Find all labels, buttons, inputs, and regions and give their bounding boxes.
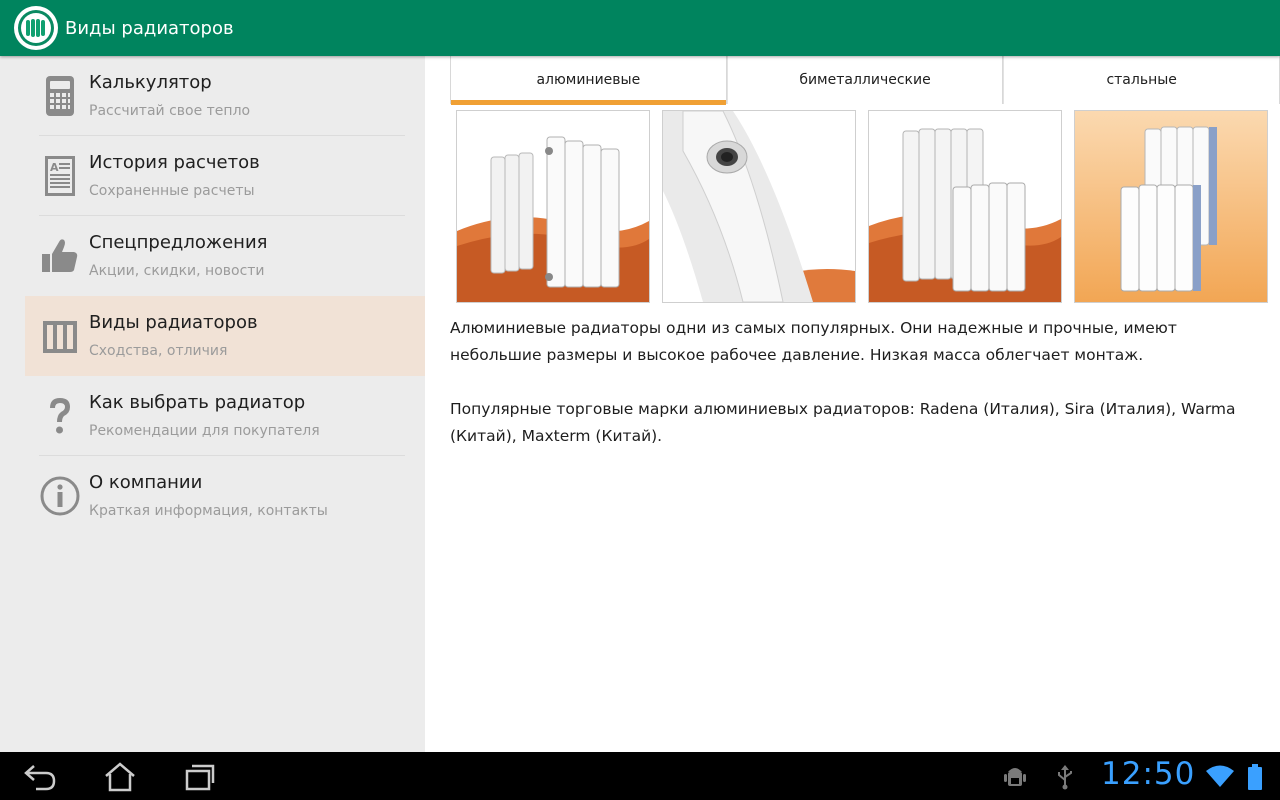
sidebar-item-title: О компании bbox=[89, 472, 203, 493]
clock-time[interactable]: 12:50 bbox=[1101, 756, 1195, 792]
sidebar-item-title: Калькулятор bbox=[89, 72, 212, 93]
sidebar-item-subtitle: Сходства, отличия bbox=[89, 343, 228, 359]
back-button[interactable] bbox=[20, 760, 60, 794]
home-icon bbox=[105, 762, 135, 792]
question-icon bbox=[39, 394, 81, 438]
sidebar-item-subtitle: Рекомендации для покупателя bbox=[89, 423, 320, 439]
tab-bimetallic[interactable]: биметаллические bbox=[726, 56, 1004, 104]
tab-bar: алюминиевые биметаллические стальные bbox=[450, 56, 1280, 105]
radiator-image bbox=[869, 111, 1061, 302]
system-bar: 12:50 bbox=[0, 752, 1280, 800]
sidebar-item-history[interactable]: A История расчетов Сохраненные расчеты bbox=[25, 136, 425, 216]
sidebar-item-radiator-types[interactable]: Виды радиаторов Сходства, отличия bbox=[25, 296, 425, 376]
usb-icon bbox=[1056, 764, 1074, 794]
sidebar-item-subtitle: Сохраненные расчеты bbox=[89, 183, 255, 199]
description-paragraph: Алюминиевые радиаторы одни из самых попу… bbox=[450, 319, 1177, 364]
sidebar-item-title: История расчетов bbox=[89, 152, 260, 173]
android-debug-icon bbox=[1004, 764, 1026, 794]
thumbs-up-icon bbox=[39, 234, 81, 278]
tab-aluminum[interactable]: алюминиевые bbox=[450, 56, 727, 105]
wifi-icon[interactable] bbox=[1206, 764, 1234, 792]
home-button[interactable] bbox=[100, 760, 140, 794]
sidebar-item-calculator[interactable]: Калькулятор Рассчитай свое тепло bbox=[25, 56, 425, 136]
sidebar-item-subtitle: Акции, скидки, новости bbox=[89, 263, 265, 279]
sidebar-item-title: Как выбрать радиатор bbox=[89, 392, 306, 413]
app-logo-icon[interactable] bbox=[14, 6, 58, 50]
action-bar: Виды радиаторов bbox=[0, 0, 1280, 56]
radiator-icon bbox=[39, 314, 81, 358]
image-gallery bbox=[456, 110, 1270, 303]
sidebar-item-title: Виды радиаторов bbox=[89, 312, 258, 333]
document-icon: A bbox=[39, 154, 81, 198]
tab-steel[interactable]: стальные bbox=[1003, 56, 1280, 104]
description-paragraph: Популярные торговые марки алюминиевых ра… bbox=[450, 400, 1236, 445]
radiator-image bbox=[1075, 111, 1267, 302]
radiator-image bbox=[457, 111, 649, 302]
navigation-sidebar: Калькулятор Рассчитай свое тепло A Истор… bbox=[0, 56, 425, 752]
radiator-image bbox=[663, 111, 855, 302]
calculator-icon bbox=[39, 74, 81, 118]
content-pane: алюминиевые биметаллические стальные Алю… bbox=[425, 56, 1280, 752]
recent-apps-button[interactable] bbox=[180, 760, 220, 794]
gallery-image[interactable] bbox=[662, 110, 856, 303]
sidebar-item-title: Спецпредложения bbox=[89, 232, 268, 253]
gallery-image[interactable] bbox=[456, 110, 650, 303]
sidebar-item-about[interactable]: О компании Краткая информация, контакты bbox=[25, 456, 425, 536]
info-icon bbox=[39, 474, 81, 518]
sidebar-item-subtitle: Краткая информация, контакты bbox=[89, 503, 328, 519]
svg-text:A: A bbox=[50, 161, 59, 174]
gallery-image[interactable] bbox=[1074, 110, 1268, 303]
sidebar-item-how-to-choose[interactable]: Как выбрать радиатор Рекомендации для по… bbox=[25, 376, 425, 456]
recent-apps-icon bbox=[185, 764, 215, 791]
battery-icon[interactable] bbox=[1248, 764, 1262, 794]
app-title: Виды радиаторов bbox=[65, 17, 234, 39]
sidebar-item-special-offers[interactable]: Спецпредложения Акции, скидки, новости bbox=[25, 216, 425, 296]
back-icon bbox=[24, 765, 56, 791]
description-text: Алюминиевые радиаторы одни из самых попу… bbox=[450, 315, 1270, 450]
gallery-image[interactable] bbox=[868, 110, 1062, 303]
sidebar-item-subtitle: Рассчитай свое тепло bbox=[89, 103, 251, 119]
